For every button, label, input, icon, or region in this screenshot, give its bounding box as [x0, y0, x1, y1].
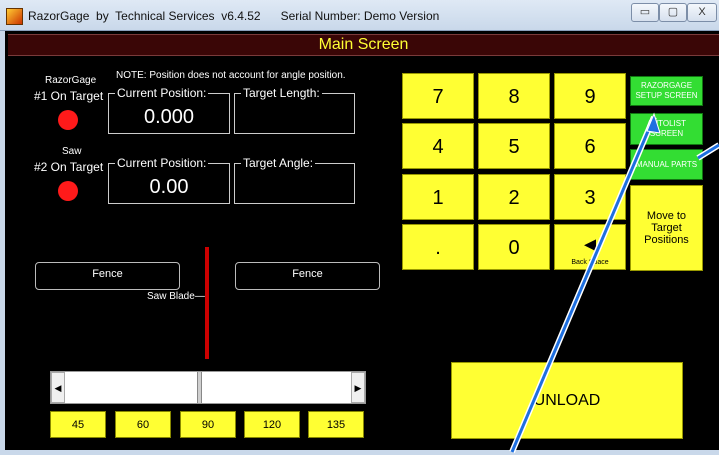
- page-title: Main Screen: [318, 36, 409, 53]
- key-backspace[interactable]: ◄ Back Space: [554, 224, 626, 270]
- left-fence-button[interactable]: Fence: [35, 262, 180, 290]
- saw-on-target-label: #2 On Target: [34, 160, 104, 174]
- key-decimal[interactable]: .: [402, 224, 474, 270]
- scroll-thumb[interactable]: [197, 372, 202, 403]
- backspace-label: Back Space: [571, 259, 609, 266]
- window-frame-bottom: [0, 450, 719, 455]
- saw-current-position-label: Current Position:: [115, 156, 209, 170]
- saw-on-target-indicator: [58, 181, 78, 201]
- target-angle-box[interactable]: Target Angle:: [234, 156, 355, 204]
- angle-60-button[interactable]: 60: [115, 411, 171, 438]
- key-9[interactable]: 9: [554, 73, 626, 119]
- key-7[interactable]: 7: [402, 73, 474, 119]
- close-button[interactable]: X: [687, 3, 717, 22]
- angle-135-button[interactable]: 135: [308, 411, 364, 438]
- razorgage-on-target-label: #1 On Target: [34, 89, 104, 103]
- app-icon: [6, 8, 23, 25]
- saw-blade-line: [205, 247, 209, 359]
- key-5[interactable]: 5: [478, 123, 550, 169]
- key-4[interactable]: 4: [402, 123, 474, 169]
- razorgage-setup-screen-button[interactable]: RAZORGAGE SETUP SCREEN: [630, 76, 703, 106]
- target-length-box[interactable]: Target Length:: [234, 86, 355, 134]
- scroll-left-arrow[interactable]: ◀: [51, 372, 65, 403]
- razorgage-current-position-label: Current Position:: [115, 86, 209, 100]
- key-3[interactable]: 3: [554, 174, 626, 220]
- razorgage-current-position-value: 0.000: [143, 106, 195, 128]
- key-0[interactable]: 0: [478, 224, 550, 270]
- autolist-screen-button[interactable]: AUTOLIST SCREEN: [630, 113, 703, 145]
- saw-current-position-box: Current Position: 0.00: [108, 156, 230, 204]
- key-6[interactable]: 6: [554, 123, 626, 169]
- move-to-target-positions-button[interactable]: Move to Target Positions: [630, 185, 703, 271]
- saw-label: Saw: [62, 146, 82, 157]
- key-2[interactable]: 2: [478, 174, 550, 220]
- saw-current-position-value: 0.00: [149, 176, 189, 198]
- razorgage-on-target-indicator: [58, 110, 78, 130]
- unload-button[interactable]: UNLOAD: [451, 362, 683, 439]
- screen-header: Main Screen: [8, 34, 719, 56]
- window-titlebar: RazorGage by Technical Services v6.4.52 …: [0, 0, 719, 31]
- angle-45-button[interactable]: 45: [50, 411, 106, 438]
- window-frame-left: [0, 31, 5, 455]
- key-8[interactable]: 8: [478, 73, 550, 119]
- angle-90-button[interactable]: 90: [180, 411, 236, 438]
- right-fence-button[interactable]: Fence: [235, 262, 380, 290]
- razorgage-current-position-box: Current Position: 0.000: [108, 86, 230, 134]
- target-angle-label: Target Angle:: [241, 156, 316, 170]
- razorgage-label: RazorGage: [45, 75, 97, 86]
- position-note: NOTE: Position does not account for angl…: [116, 70, 346, 81]
- maximize-button[interactable]: ▢: [659, 3, 687, 22]
- angle-scrollbar[interactable]: ◀ ▶: [50, 371, 366, 404]
- backspace-icon: ◄: [580, 234, 600, 256]
- manual-parts-button[interactable]: MANUAL PARTS: [630, 149, 703, 180]
- key-1[interactable]: 1: [402, 174, 474, 220]
- saw-blade-label: Saw Blade—: [147, 291, 205, 302]
- window-title: RazorGage by Technical Services v6.4.52 …: [28, 9, 440, 23]
- target-length-label: Target Length:: [241, 86, 322, 100]
- angle-120-button[interactable]: 120: [244, 411, 300, 438]
- minimize-button[interactable]: ▭: [631, 3, 659, 22]
- scroll-right-arrow[interactable]: ▶: [351, 372, 365, 403]
